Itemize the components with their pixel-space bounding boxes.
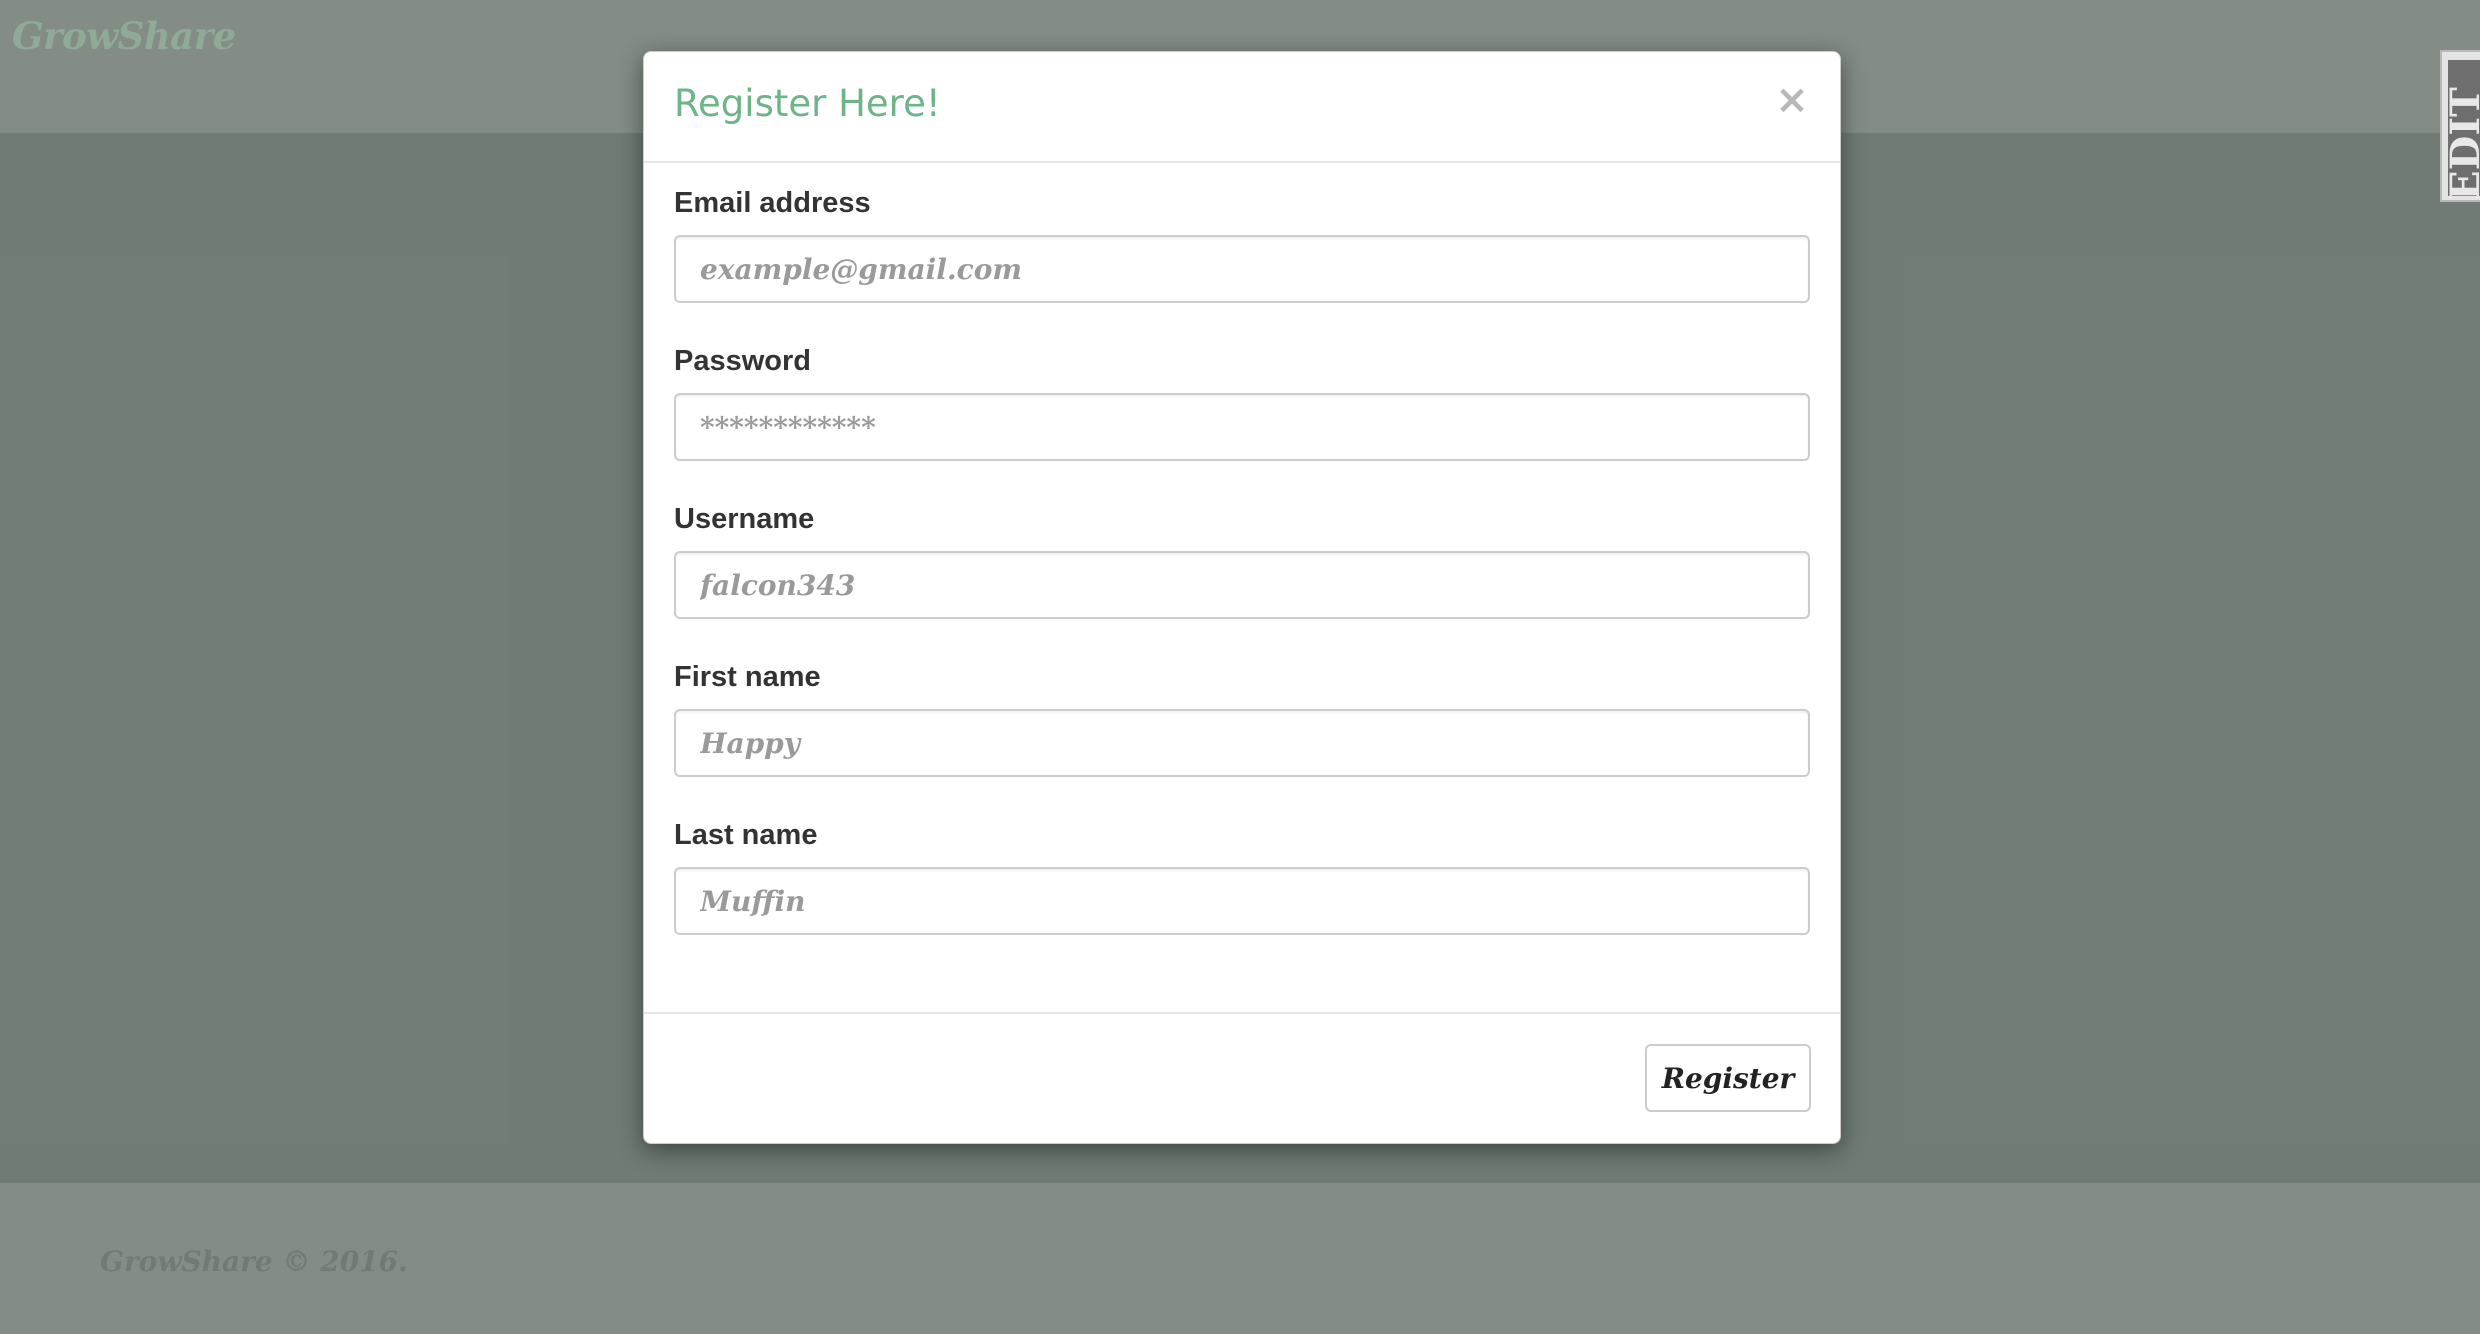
username-field[interactable]: [674, 551, 1810, 619]
modal-footer: Register: [644, 1012, 1840, 1143]
username-field-group: Username: [674, 479, 1810, 637]
email-label: Email address: [674, 187, 871, 219]
last-name-label: Last name: [674, 819, 818, 851]
edit-side-tab-body: EDIT: [2442, 60, 2480, 201]
password-field-group: Password: [674, 321, 1810, 479]
page: GrowShare GrowShare © 2016. EDIT Registe…: [0, 0, 2480, 1334]
register-modal: Register Here! × Email address Password …: [643, 51, 1841, 1144]
register-form: Email address Password Username First na…: [674, 163, 1810, 953]
password-field[interactable]: [674, 393, 1810, 461]
first-name-field-group: First name: [674, 637, 1810, 795]
modal-title: Register Here!: [674, 82, 941, 125]
modal-header: Register Here! ×: [644, 52, 1840, 163]
password-label: Password: [674, 345, 811, 377]
close-icon[interactable]: ×: [1772, 78, 1812, 122]
register-button[interactable]: Register: [1645, 1044, 1811, 1112]
edit-side-tab-label: EDIT: [2442, 87, 2480, 201]
email-field[interactable]: [674, 235, 1810, 303]
email-field-group: Email address: [674, 163, 1810, 321]
username-label: Username: [674, 503, 815, 535]
last-name-field[interactable]: [674, 867, 1810, 935]
first-name-field[interactable]: [674, 709, 1810, 777]
last-name-field-group: Last name: [674, 795, 1810, 953]
edit-side-tab[interactable]: EDIT: [2440, 50, 2480, 202]
first-name-label: First name: [674, 661, 821, 693]
